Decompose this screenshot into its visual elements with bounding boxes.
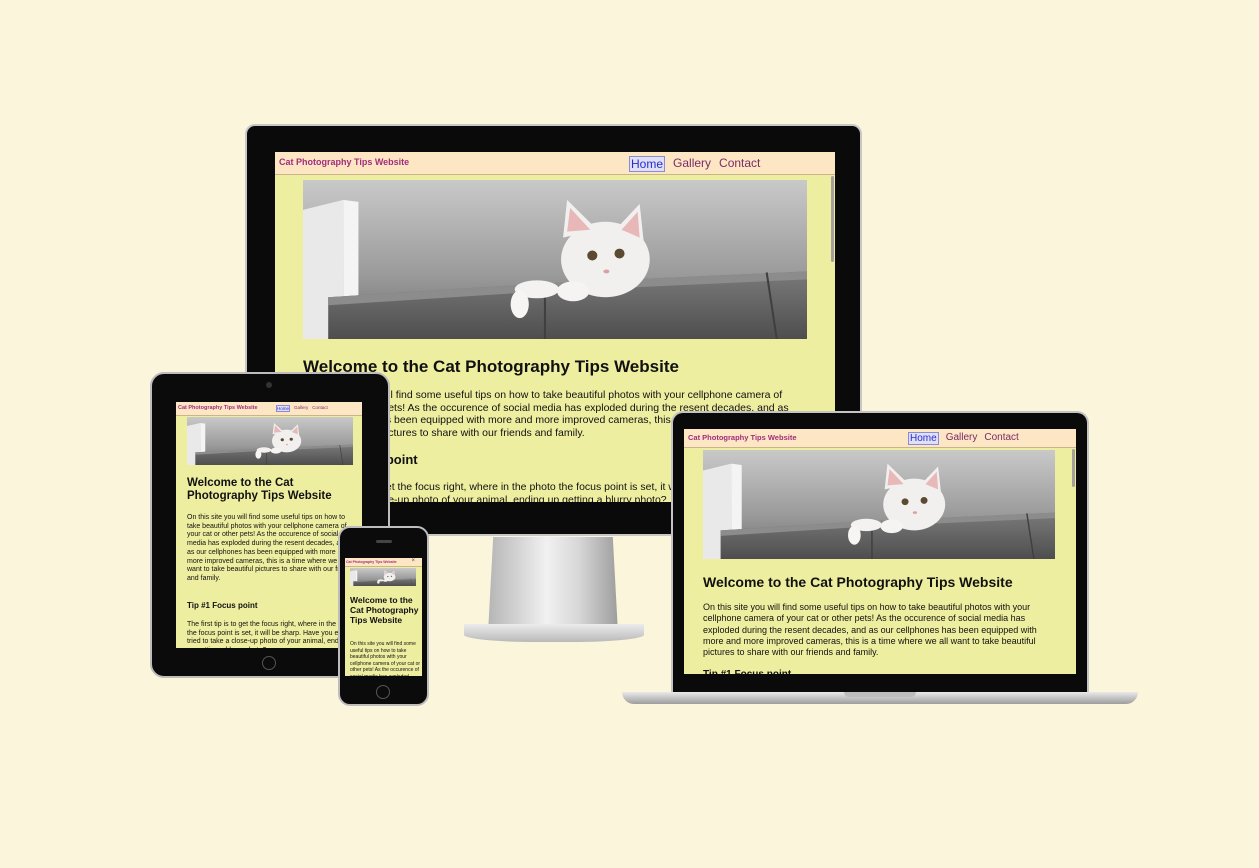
nav-contact-link[interactable]: Contact <box>312 405 328 412</box>
tablet-navbar: Cat Photography Tips Website Home Galler… <box>176 402 362 416</box>
hero-cat-image <box>350 568 416 586</box>
nav-home-link[interactable]: Home <box>276 405 291 412</box>
tablet-home-button[interactable] <box>262 656 276 670</box>
intro-paragraph: On this site you will find some useful t… <box>350 641 421 676</box>
page-title: Welcome to the Cat Photography Tips Webs… <box>703 574 1013 590</box>
nav-home-link[interactable]: Home <box>908 432 939 445</box>
intro-paragraph: On this site you will find some useful t… <box>703 602 1037 658</box>
tip1-paragraph: The first tip is to get the focus right,… <box>187 621 355 648</box>
nav-contact-link[interactable]: Contact <box>719 156 760 172</box>
laptop-screen: Cat Photography Tips Website Home Galler… <box>684 429 1076 674</box>
menu-close-icon[interactable]: × <box>411 558 415 564</box>
phone-speaker <box>376 540 392 543</box>
tablet-camera <box>266 382 272 388</box>
page-title: Welcome to the Cat Photography Tips Webs… <box>350 595 419 625</box>
site-brand[interactable]: Cat Photography Tips Website <box>688 433 797 442</box>
desktop-navbar: Cat Photography Tips Website Home Galler… <box>275 152 835 175</box>
site-brand[interactable]: Cat Photography Tips Website <box>178 405 258 411</box>
tip1-heading: Tip #1 Focus point <box>187 601 258 610</box>
scrollbar[interactable] <box>1072 449 1075 487</box>
hero-cat-image <box>187 417 353 465</box>
hero-cat-image <box>703 450 1055 559</box>
phone-navbar: Cat Photography Tips Website × <box>345 558 422 567</box>
nav-contact-link[interactable]: Contact <box>984 432 1018 445</box>
site-brand[interactable]: Cat Photography Tips Website <box>279 157 409 167</box>
laptop-navbar: Cat Photography Tips Website Home Galler… <box>684 429 1076 448</box>
scrollbar[interactable] <box>831 176 834 262</box>
nav-gallery-link[interactable]: Gallery <box>294 405 308 412</box>
hero-cat-image <box>303 180 807 339</box>
tip1-heading: Tip #1 Focus point <box>703 669 791 674</box>
nav-gallery-link[interactable]: Gallery <box>673 156 711 172</box>
nav-home-link[interactable]: Home <box>629 156 666 172</box>
intro-paragraph: On this site you will find some useful t… <box>187 514 357 582</box>
nav-gallery-link[interactable]: Gallery <box>946 432 978 445</box>
page-title: Welcome to the Cat Photography Tips Webs… <box>187 477 332 502</box>
laptop-hinge-notch <box>844 692 916 697</box>
phone-screen: Cat Photography Tips Website × Welcome t… <box>345 558 422 676</box>
phone-home-button[interactable] <box>376 685 390 699</box>
tablet-screen: Cat Photography Tips Website Home Galler… <box>176 402 362 648</box>
site-brand[interactable]: Cat Photography Tips Website <box>346 560 397 564</box>
